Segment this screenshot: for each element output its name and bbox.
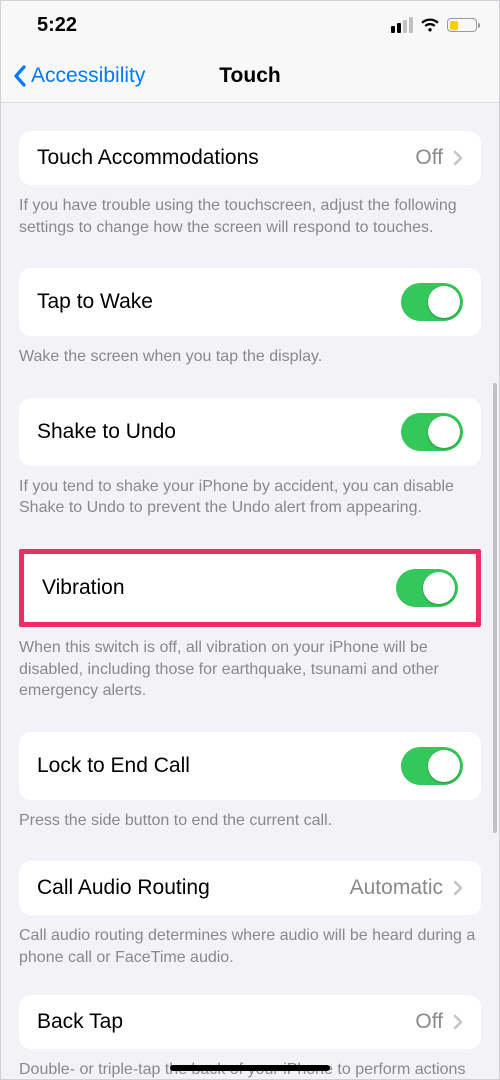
settings-content: Touch Accommodations Off If you have tro… <box>1 103 499 1079</box>
wifi-icon <box>420 18 440 33</box>
home-indicator[interactable] <box>170 1065 330 1071</box>
row-footer: If you tend to shake your iPhone by acci… <box>1 466 499 519</box>
row-footer: If you have trouble using the touchscree… <box>1 185 499 238</box>
device-frame: 5:22 Accessibil <box>0 0 500 1080</box>
highlight-box: Vibration <box>19 549 481 627</box>
row-label: Back Tap <box>37 1010 123 1034</box>
chevron-right-icon <box>453 1014 463 1030</box>
row-footer: When this switch is off, all vibration o… <box>1 627 499 702</box>
row-footer: Double- or triple-tap the back of your i… <box>1 1049 499 1079</box>
row-lock-to-end-call: Lock to End Call <box>19 732 481 800</box>
row-label: Tap to Wake <box>37 290 153 314</box>
row-label: Call Audio Routing <box>37 876 210 900</box>
nav-bar: Accessibility Touch <box>1 49 499 103</box>
row-value: Automatic <box>350 876 443 900</box>
toggle-tap-to-wake[interactable] <box>401 283 463 321</box>
back-label: Accessibility <box>31 64 145 88</box>
row-label: Lock to End Call <box>37 754 190 778</box>
chevron-right-icon <box>453 150 463 166</box>
chevron-left-icon <box>13 65 27 87</box>
row-touch-accommodations[interactable]: Touch Accommodations Off <box>19 131 481 185</box>
row-footer: Wake the screen when you tap the display… <box>1 336 499 368</box>
row-shake-to-undo: Shake to Undo <box>19 398 481 466</box>
row-label: Touch Accommodations <box>37 146 259 170</box>
toggle-shake-to-undo[interactable] <box>401 413 463 451</box>
cellular-signal-icon <box>391 17 413 33</box>
row-footer: Call audio routing determines where audi… <box>1 915 499 968</box>
status-icons <box>391 17 477 33</box>
chevron-right-icon <box>453 880 463 896</box>
row-label: Shake to Undo <box>37 420 176 444</box>
battery-icon <box>447 18 477 32</box>
back-button[interactable]: Accessibility <box>1 64 145 88</box>
row-value: Off <box>415 1010 443 1034</box>
row-footer: Press the side button to end the current… <box>1 800 499 832</box>
status-bar: 5:22 <box>1 1 499 49</box>
row-vibration: Vibration <box>24 554 476 622</box>
row-value: Off <box>415 146 443 170</box>
scroll-indicator[interactable] <box>493 383 497 833</box>
row-back-tap[interactable]: Back Tap Off <box>19 995 481 1049</box>
row-call-audio-routing[interactable]: Call Audio Routing Automatic <box>19 861 481 915</box>
row-label: Vibration <box>42 576 125 600</box>
toggle-vibration[interactable] <box>396 569 458 607</box>
row-tap-to-wake: Tap to Wake <box>19 268 481 336</box>
toggle-lock-to-end-call[interactable] <box>401 747 463 785</box>
status-time: 5:22 <box>37 14 77 37</box>
